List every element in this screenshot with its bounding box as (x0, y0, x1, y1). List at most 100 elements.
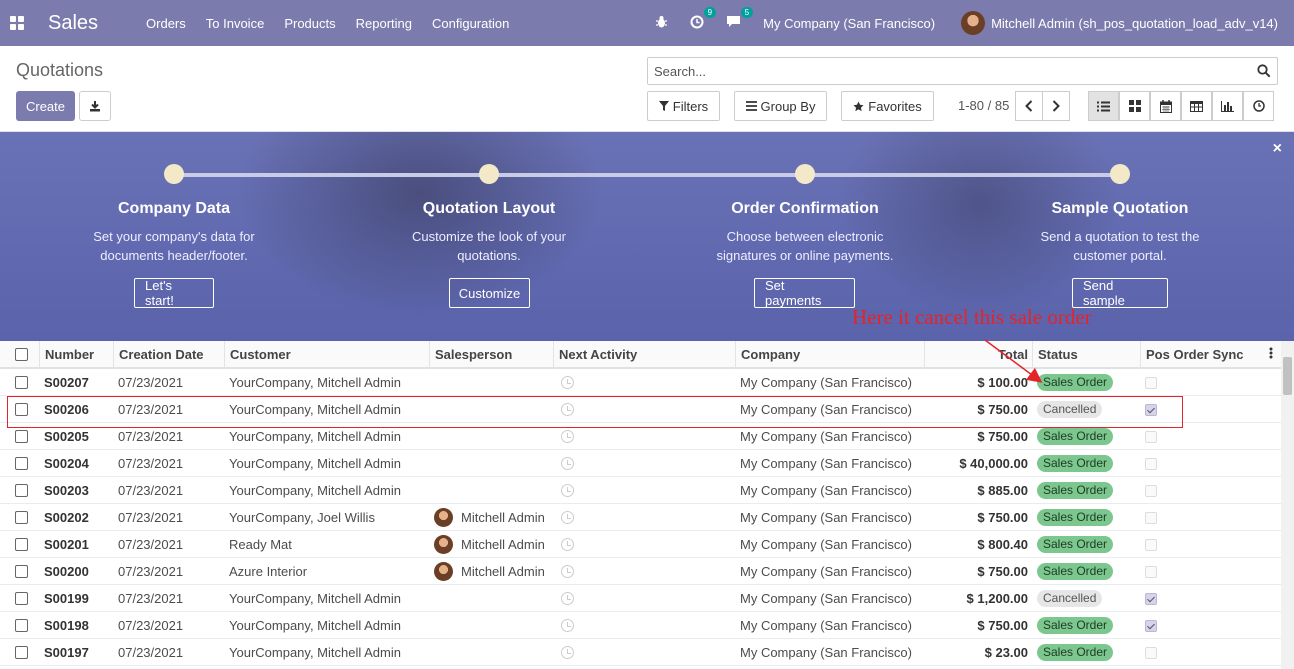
menu-products[interactable]: Products (284, 16, 335, 31)
step-title: Order Confirmation (731, 200, 879, 217)
activity-clock-icon[interactable] (561, 646, 574, 659)
row-checkbox[interactable] (15, 484, 28, 497)
activity-clock-icon[interactable] (561, 457, 574, 470)
select-all-checkbox[interactable] (15, 348, 28, 361)
table-row[interactable]: S00204 07/23/2021 YourCompany, Mitchell Ad… (0, 450, 1281, 477)
create-button[interactable]: Create (16, 91, 75, 121)
pager-next[interactable] (1042, 91, 1070, 121)
row-checkbox[interactable] (15, 619, 28, 632)
table-row[interactable]: S00200 07/23/2021 Azure Interior Mitchell A… (0, 558, 1281, 585)
activity-clock-icon[interactable] (561, 538, 574, 551)
table-row[interactable]: S00201 07/23/2021 Ready Mat Mitchell Admin M… (0, 531, 1281, 558)
table-header: Number Creation Date Customer Salesperso… (0, 341, 1281, 369)
company: My Company (San Francisco) (740, 591, 912, 606)
optional-columns-icon[interactable] (1269, 341, 1273, 369)
search-icon[interactable] (1257, 64, 1271, 78)
favorites-button[interactable]: Favorites (841, 91, 934, 121)
row-checkbox[interactable] (15, 376, 28, 389)
menu-configuration[interactable]: Configuration (432, 16, 509, 31)
salesperson: Mitchell Admin (461, 537, 545, 552)
customer: YourCompany, Joel Willis (229, 510, 375, 525)
pager-previous[interactable] (1015, 91, 1043, 121)
activity-clock-icon[interactable] (561, 511, 574, 524)
col-salesperson[interactable]: Salesperson (429, 341, 512, 369)
bars-icon (745, 101, 757, 111)
groupby-button[interactable]: Group By (734, 91, 827, 121)
set-payments-button[interactable]: Set payments (754, 278, 855, 308)
salesperson-avatar (434, 562, 453, 581)
table-row[interactable]: S00197 07/23/2021 YourCompany, Mitchell Ad… (0, 639, 1281, 666)
view-pivot[interactable] (1181, 91, 1212, 121)
table-row[interactable]: S00202 07/23/2021 YourCompany, Joel Willis… (0, 504, 1281, 531)
row-checkbox[interactable] (15, 592, 28, 605)
order-number: S00199 (44, 591, 89, 606)
customize-button[interactable]: Customize (449, 278, 530, 308)
close-icon[interactable]: × (1273, 140, 1282, 158)
col-next-activity[interactable]: Next Activity (553, 341, 637, 369)
col-total[interactable]: Total (924, 341, 1030, 369)
col-status[interactable]: Status (1032, 341, 1078, 369)
step-title: Quotation Layout (422, 200, 556, 217)
company: My Company (San Francisco) (740, 510, 912, 525)
activity-clock-icon[interactable] (561, 619, 574, 632)
creation-date: 07/23/2021 (118, 645, 184, 660)
filters-button[interactable]: Filters (647, 91, 720, 121)
messages-icon[interactable]: 5 (726, 7, 754, 31)
activity-clock-icon[interactable] (561, 565, 574, 578)
menu-orders[interactable]: Orders (146, 16, 186, 31)
row-checkbox[interactable] (15, 511, 28, 524)
col-customer[interactable]: Customer (224, 341, 291, 369)
view-activity[interactable] (1243, 91, 1274, 121)
company-switcher[interactable]: My Company (San Francisco) (763, 16, 935, 31)
view-kanban[interactable] (1119, 91, 1150, 121)
order-number: S00198 (44, 618, 89, 633)
table-row[interactable]: S00198 07/23/2021 YourCompany, Mitchell Ad… (0, 612, 1281, 639)
table-row[interactable]: S00203 07/23/2021 YourCompany, Mitchell Ad… (0, 477, 1281, 504)
activity-clock-icon[interactable] (561, 376, 574, 389)
col-pos-order-sync[interactable]: Pos Order Sync (1140, 341, 1244, 369)
scroll-thumb[interactable] (1283, 357, 1292, 395)
search-input[interactable] (648, 58, 1238, 84)
bug-icon[interactable] (655, 15, 668, 32)
col-creation-date[interactable]: Creation Date (113, 341, 204, 369)
scrollbar[interactable] (1281, 341, 1294, 669)
col-number[interactable]: Number (39, 341, 94, 369)
pos-sync-checkbox (1145, 593, 1157, 605)
status-badge: Sales Order (1037, 374, 1114, 391)
activity-clock-icon[interactable]: 9 (690, 6, 717, 32)
send-sample-button[interactable]: Send sample (1072, 278, 1168, 308)
lets-start-button[interactable]: Let's start! (134, 278, 214, 308)
search-box[interactable] (647, 57, 1278, 85)
menu-reporting[interactable]: Reporting (356, 16, 412, 31)
pos-sync-checkbox (1145, 620, 1157, 632)
row-checkbox[interactable] (15, 565, 28, 578)
user-avatar[interactable] (961, 11, 986, 35)
pos-sync-checkbox (1145, 485, 1157, 497)
view-calendar[interactable] (1150, 91, 1181, 121)
activity-clock-icon[interactable] (561, 430, 574, 443)
row-checkbox[interactable] (15, 538, 28, 551)
customer: YourCompany, Mitchell Admin (229, 375, 401, 390)
activity-clock-icon[interactable] (561, 592, 574, 605)
app-name[interactable]: Sales (48, 12, 98, 35)
menu-to-invoice[interactable]: To Invoice (206, 16, 265, 31)
row-checkbox[interactable] (15, 646, 28, 659)
pager-value[interactable]: 1-80 / 85 (958, 98, 1009, 113)
row-checkbox[interactable] (15, 457, 28, 470)
download-button[interactable] (79, 91, 111, 121)
apps-menu-icon[interactable] (10, 16, 24, 30)
view-graph[interactable] (1212, 91, 1243, 121)
customer: YourCompany, Mitchell Admin (229, 591, 401, 606)
pos-sync-checkbox (1145, 431, 1157, 443)
company: My Company (San Francisco) (740, 375, 912, 390)
row-checkbox[interactable] (15, 430, 28, 443)
view-list[interactable] (1088, 91, 1119, 121)
step-dot (164, 164, 184, 184)
user-menu[interactable]: Mitchell Admin (sh_pos_quotation_load_ad… (991, 16, 1278, 31)
star-icon (853, 100, 864, 111)
step-desc: Customize the look of your (412, 229, 566, 244)
table-row[interactable]: S00199 07/23/2021 YourCompany, Mitchell Ad… (0, 585, 1281, 612)
activity-clock-icon[interactable] (561, 484, 574, 497)
table-row[interactable]: S00207 07/23/2021 YourCompany, Mitchell Ad… (0, 369, 1281, 396)
col-company[interactable]: Company (735, 341, 800, 369)
